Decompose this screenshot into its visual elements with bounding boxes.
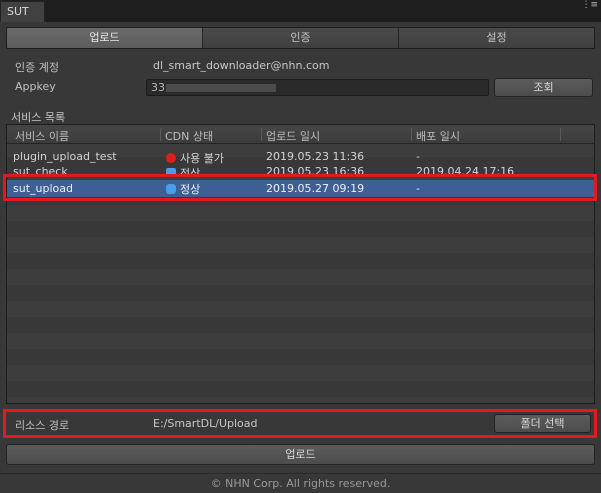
account-value: dl_smart_downloader@nhn.com (153, 59, 330, 72)
column-divider[interactable] (411, 128, 412, 141)
tab-settings[interactable]: 설정 (399, 28, 594, 48)
column-divider[interactable] (160, 128, 161, 141)
lookup-button[interactable]: 조회 (494, 78, 593, 97)
copyright: © NHN Corp. All rights reserved. (210, 477, 391, 490)
window-tab[interactable]: SUT (0, 1, 45, 22)
column-deploy-time[interactable]: 배포 일시 (416, 128, 460, 144)
column-service-name[interactable]: 서비스 이름 (15, 128, 69, 144)
column-cdn-status[interactable]: CDN 상태 (165, 128, 213, 144)
title-bar: SUT ⋮≡ (0, 0, 601, 22)
status-error-icon (166, 153, 176, 163)
tab-upload[interactable]: 업로드 (7, 28, 203, 48)
column-divider[interactable] (261, 128, 262, 141)
highlight-selected-row (3, 174, 597, 201)
window-menu-icon[interactable]: ⋮≡ (581, 1, 598, 10)
deploy-time: - (416, 150, 420, 163)
upload-time: 2019.05.23 11:36 (266, 150, 365, 163)
appkey-value: 33 (151, 81, 165, 94)
service-list-title: 서비스 목록 (11, 111, 66, 124)
tab-auth[interactable]: 인증 (203, 28, 399, 48)
upload-button[interactable]: 업로드 (6, 444, 595, 465)
appkey-field[interactable]: 33 (146, 79, 489, 96)
appkey-label: Appkey (15, 80, 56, 93)
account-label: 인증 계정 (15, 61, 59, 74)
main-tabs: 업로드 인증 설정 (6, 27, 595, 49)
footer-divider (0, 473, 601, 474)
column-upload-time[interactable]: 업로드 일시 (266, 128, 320, 144)
column-divider[interactable] (560, 128, 561, 141)
service-name: plugin_upload_test (13, 150, 117, 163)
highlight-resource-row (3, 409, 597, 438)
service-list: 서비스 이름 CDN 상태 업로드 일시 배포 일시 plugin_upload… (6, 124, 595, 404)
appkey-redacted (166, 84, 276, 92)
service-list-header: 서비스 이름 CDN 상태 업로드 일시 배포 일시 (7, 125, 594, 144)
